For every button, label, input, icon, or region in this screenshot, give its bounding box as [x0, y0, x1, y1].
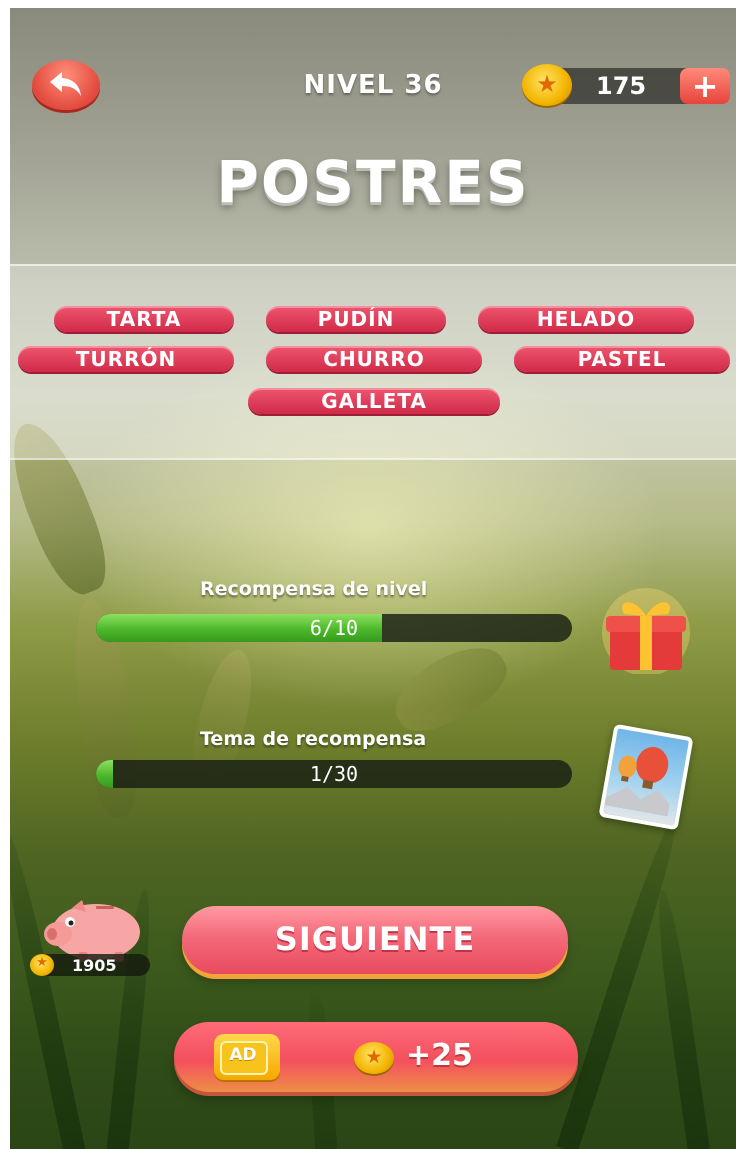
coin-icon: ★: [522, 64, 572, 106]
word-pill: TURRÓN: [18, 346, 234, 372]
word-pill: HELADO: [478, 306, 694, 332]
level-reward-count: 6/10: [309, 616, 359, 640]
level-reward-progress: 6/10: [96, 614, 572, 642]
word-pill: PUDÍN: [266, 306, 446, 332]
word-pill: CHURRO: [266, 346, 482, 372]
next-button-label: SIGUIENTE: [274, 920, 476, 958]
word-pill: PASTEL: [514, 346, 730, 372]
theme-reward-count: 1/30: [309, 762, 359, 786]
next-button[interactable]: SIGUIENTE: [182, 906, 568, 974]
word-pill: GALLETA: [248, 388, 500, 414]
coin-icon: ★: [354, 1042, 394, 1074]
level-reward-label: Recompensa de nivel: [200, 578, 428, 600]
buy-coins-button[interactable]: +: [680, 68, 730, 104]
category-title: POSTRES: [216, 148, 530, 216]
coin-icon: ★: [30, 954, 54, 976]
theme-reward-progress: 1/30: [96, 760, 572, 788]
ad-reward-amount: +25: [406, 1038, 473, 1073]
watch-ad-button[interactable]: AD ★ +25: [174, 1022, 578, 1092]
gift-icon[interactable]: [598, 588, 694, 674]
piggy-bank-count: 1905: [72, 956, 117, 975]
word-pill: TARTA: [54, 306, 234, 332]
background-blade: [651, 887, 711, 1149]
photo-card-icon[interactable]: [598, 723, 694, 831]
game-screen: NIVEL 36 ★ 175 + POSTRES TARTA PUDÍN HEL…: [10, 8, 736, 1149]
tv-ad-icon: AD: [214, 1034, 280, 1080]
coin-count: 175: [596, 72, 647, 100]
theme-reward-label: Tema de recompensa: [200, 728, 427, 750]
background-blade: [10, 829, 87, 1149]
